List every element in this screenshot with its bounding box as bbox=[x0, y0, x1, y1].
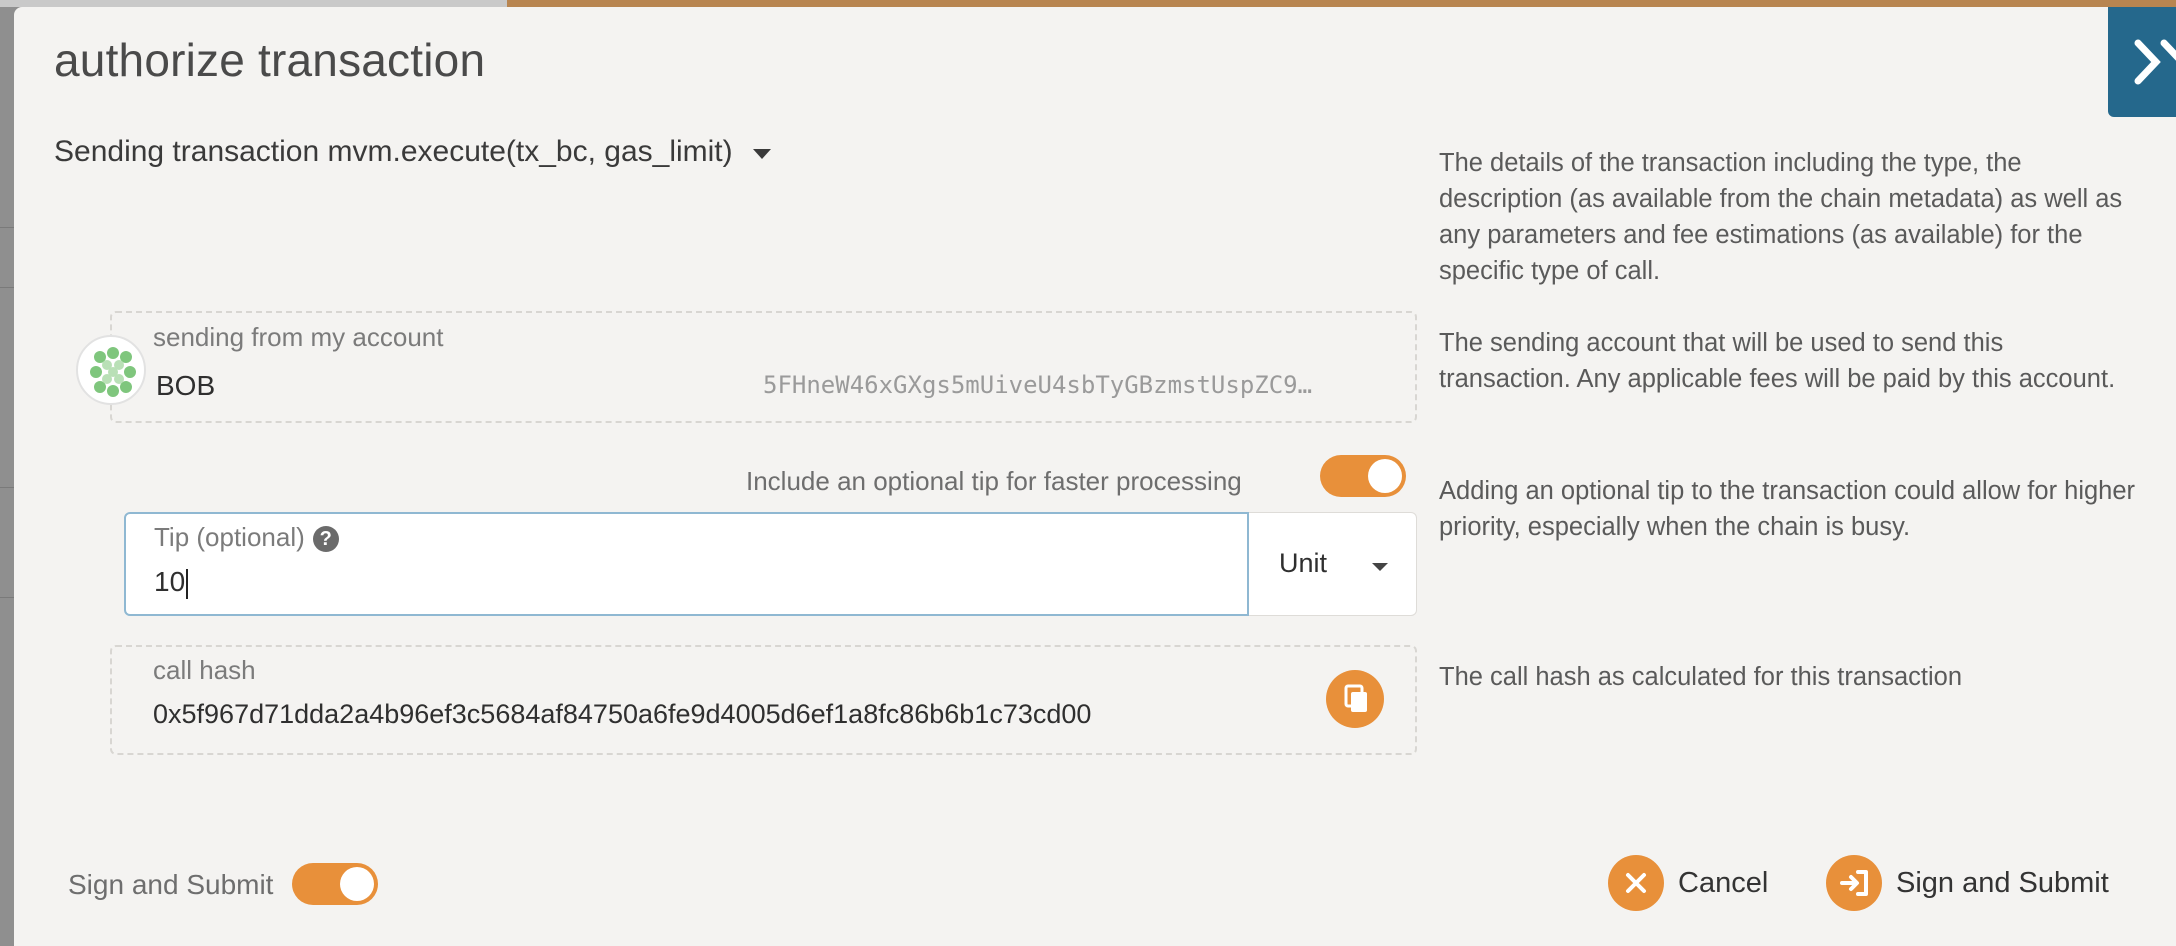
help-details: The details of the transaction including… bbox=[1439, 149, 2123, 285]
tip-value-text: 10 bbox=[154, 566, 186, 597]
account-address: 5FHneW46xGXgs5mUiveU4sbTyGBzmstUspZC9… bbox=[763, 371, 1313, 399]
authorize-transaction-modal: authorize transaction Sending transactio… bbox=[14, 7, 2176, 946]
text-cursor bbox=[186, 568, 189, 599]
unit-selector[interactable]: Unit bbox=[1249, 512, 1417, 616]
copy-hash-button[interactable] bbox=[1326, 670, 1384, 728]
cancel-icon-circle bbox=[1608, 855, 1664, 911]
help-account: The sending account that will be used to… bbox=[1439, 329, 2116, 393]
tip-toggle-label: Include an optional tip for faster proce… bbox=[746, 466, 1242, 496]
submit-icon-circle bbox=[1826, 855, 1882, 911]
tip-toggle[interactable] bbox=[1320, 455, 1406, 497]
close-x-icon bbox=[2134, 39, 2176, 85]
sign-and-submit-button[interactable]: Sign and Submit bbox=[1826, 855, 2109, 911]
help-tip: Adding an optional tip to the transactio… bbox=[1439, 477, 2136, 541]
sign-and-submit-label: Sign and Submit bbox=[1896, 866, 2109, 899]
sign-toggle-label: Sign and Submit bbox=[68, 869, 274, 900]
close-modal-button[interactable] bbox=[2108, 7, 2176, 117]
sign-in-icon bbox=[1840, 870, 1868, 896]
cancel-button[interactable]: Cancel bbox=[1608, 855, 1768, 911]
account-name: BOB bbox=[156, 370, 216, 401]
tip-label-text: Tip (optional) bbox=[154, 522, 305, 552]
call-hash-value: 0x5f967d71dda2a4b96ef3c5684af84750a6fe9d… bbox=[153, 699, 1092, 729]
modal-title: authorize transaction bbox=[54, 34, 486, 86]
tip-input[interactable]: Tip (optional)? 10 bbox=[124, 512, 1249, 616]
chevron-down-icon bbox=[1372, 563, 1388, 571]
call-hash-label: call hash bbox=[153, 655, 256, 685]
tip-field-label: Tip (optional)? bbox=[154, 522, 339, 553]
toggle-knob bbox=[340, 867, 374, 901]
tip-value: 10 bbox=[154, 566, 189, 599]
question-circle-icon[interactable]: ? bbox=[312, 526, 339, 553]
unit-value: Unit bbox=[1279, 548, 1328, 578]
sign-submit-toggle[interactable] bbox=[292, 863, 378, 905]
chevron-down-icon bbox=[752, 149, 771, 159]
transaction-heading[interactable]: Sending transaction mvm.execute(tx_bc, g… bbox=[54, 135, 771, 169]
top-bar-tab bbox=[0, 0, 507, 7]
transaction-heading-text: Sending transaction mvm.execute(tx_bc, g… bbox=[54, 135, 733, 168]
cancel-label: Cancel bbox=[1678, 866, 1769, 899]
toggle-knob bbox=[1368, 459, 1402, 493]
account-label: sending from my account bbox=[153, 322, 444, 352]
copy-icon bbox=[1344, 684, 1367, 712]
account-avatar bbox=[76, 335, 146, 405]
help-hash: The call hash as calculated for this tra… bbox=[1439, 663, 1963, 691]
close-icon bbox=[1626, 873, 1646, 893]
